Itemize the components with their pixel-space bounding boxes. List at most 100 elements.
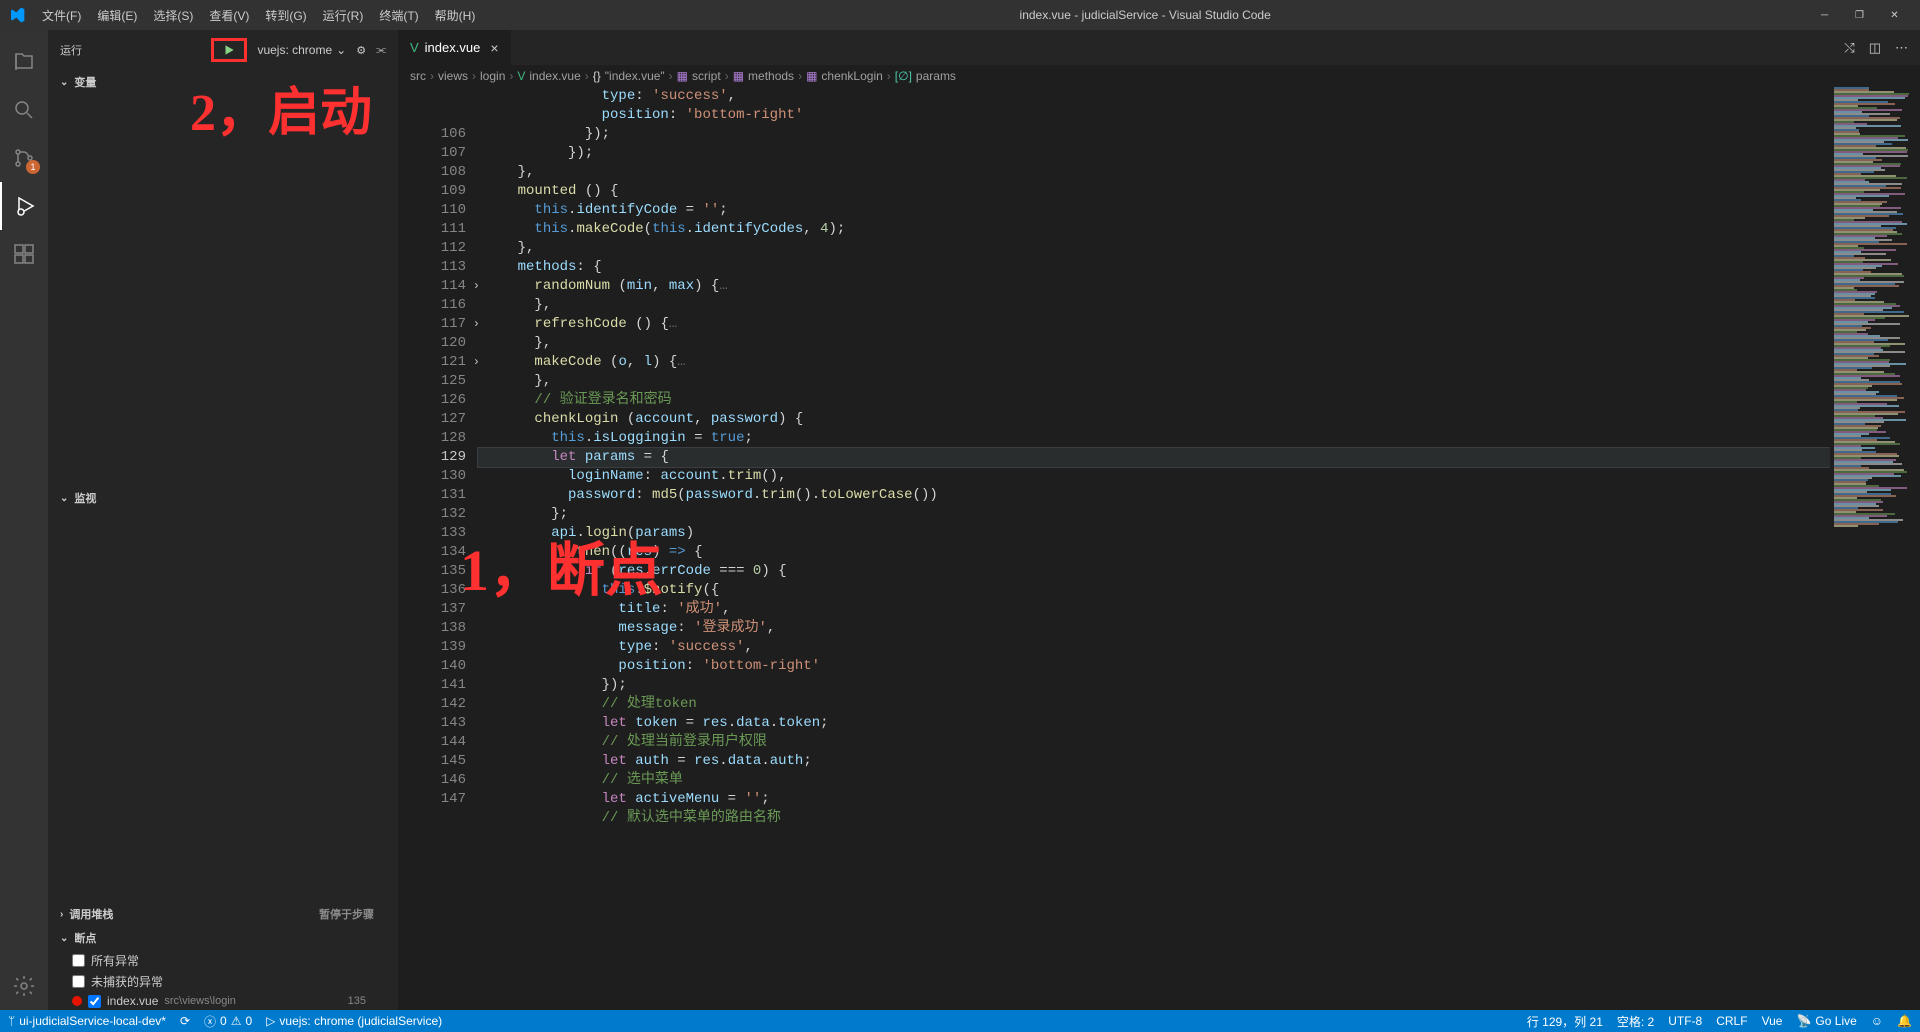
code-line[interactable]: }; (478, 505, 1830, 524)
run-debug-icon[interactable] (0, 182, 48, 230)
code-line[interactable]: randomNum (min, max) {… (478, 277, 1830, 296)
breakpoints-section[interactable]: ⌄断点 (48, 926, 398, 950)
callstack-section[interactable]: ›调用堆栈 暂停于步骤 (48, 902, 398, 926)
menu-go[interactable]: 转到(G) (257, 7, 314, 24)
debug-config-select[interactable]: vuejs: chrome ⌄ (257, 43, 346, 57)
breadcrumb-item[interactable]: src (410, 69, 426, 83)
extensions-icon[interactable] (0, 230, 48, 278)
menu-view[interactable]: 查看(V) (201, 7, 257, 24)
more-icon[interactable]: ⋯ (1895, 40, 1908, 56)
code-line[interactable]: methods: { (478, 258, 1830, 277)
menu-run[interactable]: 运行(R) (315, 7, 372, 24)
breadcrumb-item[interactable]: login (480, 69, 505, 83)
breadcrumb-icon: V (517, 69, 525, 83)
code-line[interactable]: }, (478, 296, 1830, 315)
code-line[interactable]: // 验证登录名和密码 (478, 391, 1830, 410)
sb-feedback[interactable]: ☺ (1871, 1014, 1883, 1028)
code-line[interactable]: let auth = res.data.auth; (478, 752, 1830, 771)
debug-console-icon[interactable]: ⫘ (376, 44, 386, 57)
compare-icon[interactable]: ⤭ (1844, 40, 1854, 56)
code-line[interactable]: type: 'success', (478, 638, 1830, 657)
code-line[interactable]: password: md5(password.trim().toLowerCas… (478, 486, 1830, 505)
search-icon[interactable] (0, 86, 48, 134)
code-line[interactable]: position: 'bottom-right' (478, 657, 1830, 676)
code-line[interactable]: loginName: account.trim(), (478, 467, 1830, 486)
bp-file-item[interactable]: index.vue src\views\login 135 (48, 992, 398, 1010)
code-line[interactable]: this.identifyCode = ''; (478, 201, 1830, 220)
bp-checkbox[interactable] (88, 995, 101, 1008)
code-line[interactable]: }); (478, 676, 1830, 695)
menu-help[interactable]: 帮助(H) (427, 7, 484, 24)
code-line[interactable]: let params = { (478, 448, 1830, 467)
explorer-icon[interactable] (0, 38, 48, 86)
sb-encoding[interactable]: UTF-8 (1668, 1014, 1702, 1028)
maximize-button[interactable]: ❐ (1842, 0, 1877, 30)
code-line[interactable]: }, (478, 163, 1830, 182)
settings-gear-icon[interactable] (0, 962, 48, 1010)
breadcrumb-item[interactable]: ▦chenkLogin (806, 69, 883, 83)
code-line[interactable]: position: 'bottom-right' (478, 106, 1830, 125)
sb-golive[interactable]: 📡 Go Live (1796, 1014, 1856, 1028)
sb-branch[interactable]: ᛘ ui-judicialService-local-dev* (8, 1014, 166, 1028)
code-line[interactable]: type: 'success', (478, 87, 1830, 106)
code-line[interactable]: }); (478, 125, 1830, 144)
code-line[interactable]: this.makeCode(this.identifyCodes, 4); (478, 220, 1830, 239)
bp-all-exceptions[interactable]: 所有异常 (48, 950, 398, 971)
code-line[interactable]: title: '成功', (478, 600, 1830, 619)
breadcrumb-item[interactable]: ▦script (677, 69, 721, 83)
breadcrumb[interactable]: src›views›login›Vindex.vue›{}"index.vue"… (398, 65, 1920, 87)
sb-debug-target[interactable]: ▷ vuejs: chrome (judicialService) (266, 1014, 442, 1028)
source-control-icon[interactable]: 1 (0, 134, 48, 182)
code-line[interactable]: }, (478, 334, 1830, 353)
split-editor-icon[interactable]: ◫ (1869, 40, 1881, 56)
breadcrumb-item[interactable]: views (438, 69, 468, 83)
code-line[interactable]: .then((res) => { (478, 543, 1830, 562)
sb-problems[interactable]: ⓧ 0 ⚠ 0 (204, 1013, 252, 1030)
minimize-button[interactable]: ─ (1807, 0, 1842, 30)
code-editor[interactable]: 106107108109110111112113114›116117›12012… (398, 87, 1920, 1010)
sb-spaces[interactable]: 空格: 2 (1617, 1013, 1654, 1030)
bp-checkbox[interactable] (72, 954, 85, 967)
sb-sync[interactable]: ⟳ (180, 1014, 190, 1028)
menu-file[interactable]: 文件(F) (34, 7, 89, 24)
code-line[interactable]: let activeMenu = ''; (478, 790, 1830, 809)
code-line[interactable]: // 默认选中菜单的路由名称 (478, 809, 1830, 828)
sb-lncol[interactable]: 行 129，列 21 (1527, 1013, 1603, 1030)
code-line[interactable]: // 处理token (478, 695, 1830, 714)
menu-selection[interactable]: 选择(S) (145, 7, 201, 24)
variables-section[interactable]: ⌄变量 (48, 70, 398, 94)
code-line[interactable]: makeCode (o, l) {… (478, 353, 1830, 372)
close-button[interactable]: ✕ (1877, 0, 1912, 30)
close-icon[interactable]: × (490, 40, 498, 56)
code-line[interactable]: this.$notify({ (478, 581, 1830, 600)
code-line[interactable]: mounted () { (478, 182, 1830, 201)
menu-edit[interactable]: 编辑(E) (89, 7, 145, 24)
code-line[interactable]: // 选中菜单 (478, 771, 1830, 790)
code-line[interactable]: api.login(params) (478, 524, 1830, 543)
tab-index-vue[interactable]: V index.vue × (398, 30, 512, 65)
code-line[interactable]: // 处理当前登录用户权限 (478, 733, 1830, 752)
breadcrumb-item[interactable]: [∅]params (895, 69, 956, 83)
code-line[interactable]: this.isLoggingin = true; (478, 429, 1830, 448)
breadcrumb-item[interactable]: {}"index.vue" (593, 69, 665, 83)
code-line[interactable]: let token = res.data.token; (478, 714, 1830, 733)
code-line[interactable]: }, (478, 372, 1830, 391)
sb-eol[interactable]: CRLF (1716, 1014, 1747, 1028)
minimap[interactable] (1830, 87, 1920, 1010)
code-line[interactable]: }); (478, 144, 1830, 163)
breadcrumb-item[interactable]: Vindex.vue (517, 69, 580, 83)
bp-uncaught[interactable]: 未捕获的异常 (48, 971, 398, 992)
gear-icon[interactable]: ⚙ (356, 44, 366, 57)
code-line[interactable]: refreshCode () {… (478, 315, 1830, 334)
start-debug-button[interactable] (211, 38, 247, 62)
sb-lang[interactable]: Vue (1762, 1014, 1783, 1028)
watch-section[interactable]: ⌄监视 (48, 486, 398, 510)
sb-bell[interactable]: 🔔 (1897, 1014, 1912, 1028)
code-line[interactable]: }, (478, 239, 1830, 258)
code-line[interactable]: message: '登录成功', (478, 619, 1830, 638)
code-line[interactable]: chenkLogin (account, password) { (478, 410, 1830, 429)
code-line[interactable]: if (res.errCode === 0) { (478, 562, 1830, 581)
bp-checkbox[interactable] (72, 975, 85, 988)
menu-terminal[interactable]: 终端(T) (371, 7, 426, 24)
breadcrumb-item[interactable]: ▦methods (733, 69, 794, 83)
